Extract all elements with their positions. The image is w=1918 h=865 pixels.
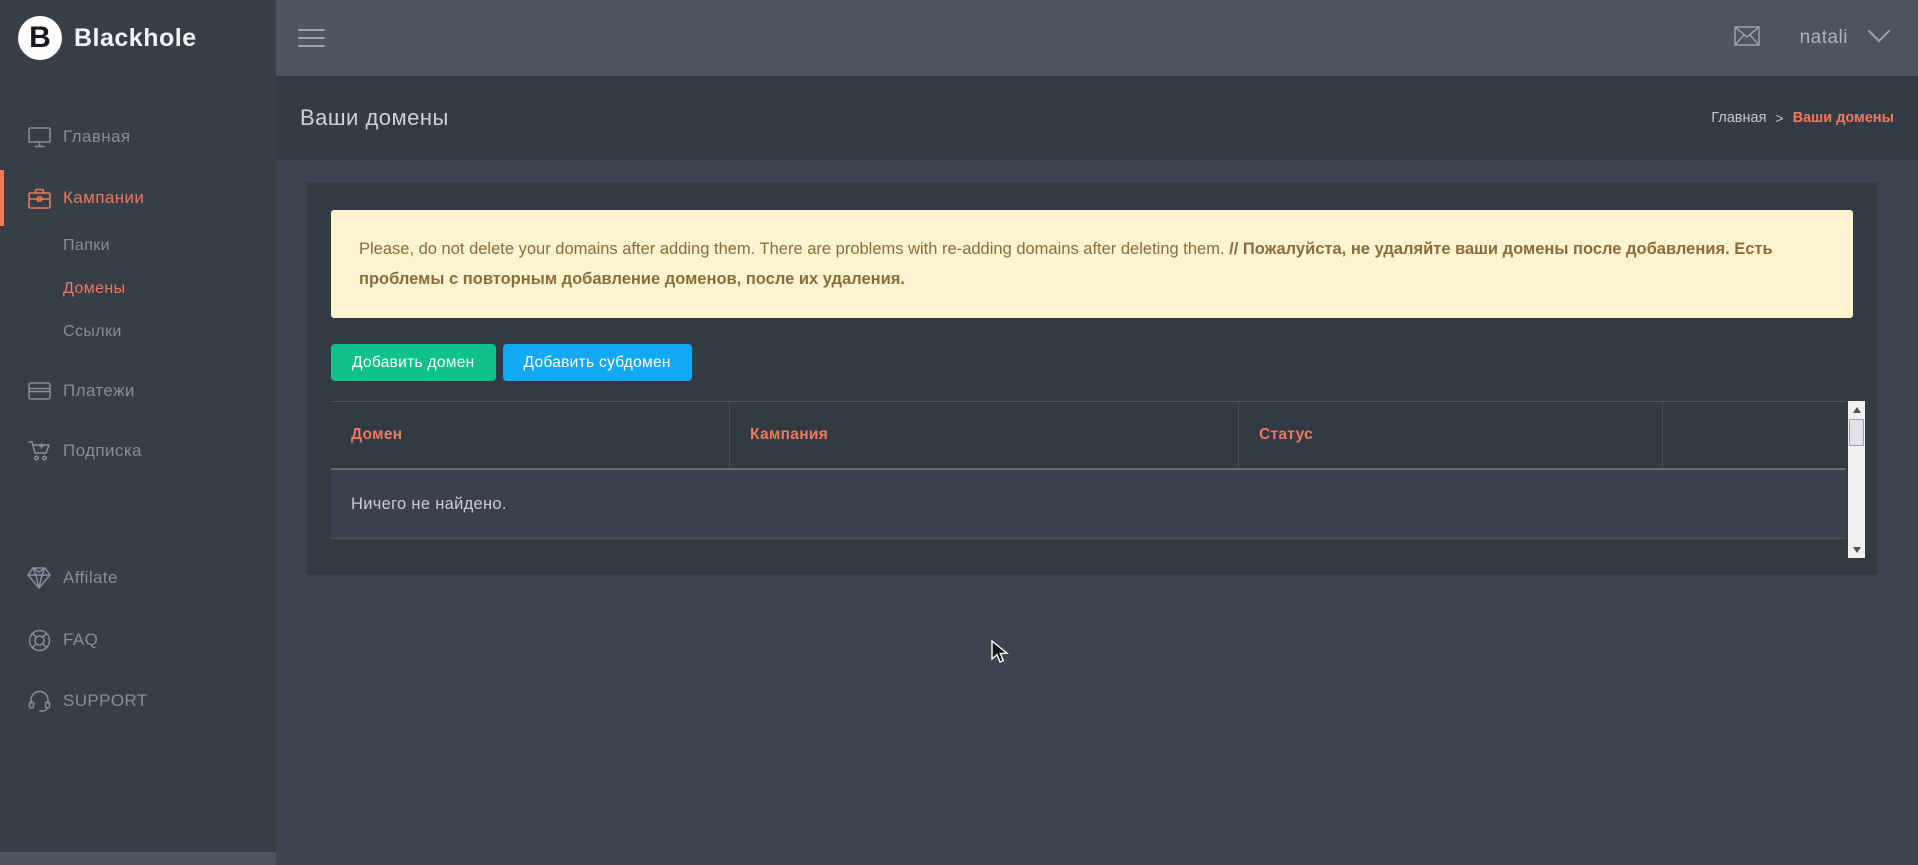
- sidebar: Главная Кампании Папки Домены Ссылки Пла…: [0, 76, 276, 852]
- table-header-domain: Домен: [331, 402, 730, 468]
- lifebuoy-icon: [27, 628, 51, 652]
- sidebar-item-label: Домены: [63, 280, 126, 298]
- cart-icon: [27, 439, 51, 463]
- mouse-cursor: [991, 640, 1013, 671]
- table-header-actions: [1663, 402, 1846, 468]
- table-empty-row: Ничего не найдено.: [331, 470, 1846, 539]
- sidebar-item-kampanii[interactable]: Кампании: [0, 170, 276, 226]
- scrollbar-up-arrow[interactable]: [1848, 401, 1865, 418]
- sidebar-item-label: Кампании: [63, 188, 144, 208]
- sidebar-item-label: Ссылки: [63, 323, 122, 341]
- credit-card-icon: [27, 379, 51, 403]
- sidebar-item-faq[interactable]: FAQ: [0, 620, 276, 660]
- page-title-bar: Ваши домены Главная > Ваши домены: [276, 76, 1918, 160]
- scrollbar-thumb[interactable]: [1849, 419, 1864, 446]
- sidebar-item-label: Платежи: [63, 381, 135, 401]
- sidebar-footer: [0, 852, 276, 865]
- logo[interactable]: B Blackhole: [0, 0, 276, 76]
- sidebar-item-ssylki[interactable]: Ссылки: [0, 318, 276, 346]
- warning-banner: Please, do not delete your domains after…: [331, 210, 1853, 318]
- hamburger-menu-icon[interactable]: [298, 23, 325, 53]
- page-title: Ваши домены: [300, 105, 449, 131]
- breadcrumb-home[interactable]: Главная: [1711, 110, 1766, 126]
- chevron-down-icon[interactable]: [1868, 29, 1890, 47]
- sidebar-item-label: SUPPORT: [63, 691, 148, 711]
- headset-icon: [27, 689, 51, 713]
- sidebar-item-affilate[interactable]: Affilate: [0, 558, 276, 598]
- sidebar-item-label: Папки: [63, 237, 110, 255]
- app-name: Blackhole: [74, 24, 197, 53]
- mail-icon[interactable]: [1734, 26, 1760, 51]
- top-header: natali: [276, 0, 1918, 76]
- diamond-icon: [27, 566, 51, 590]
- sidebar-item-glavnaya[interactable]: Главная: [0, 117, 276, 157]
- breadcrumb-current: Ваши домены: [1793, 110, 1894, 126]
- logo-mark: B: [18, 16, 62, 60]
- domains-table: Домен Кампания Статус Ничего не найдено.: [331, 401, 1865, 558]
- briefcase-icon: [27, 186, 51, 210]
- scrollbar-down-arrow[interactable]: [1848, 541, 1865, 558]
- monitor-icon: [27, 125, 51, 149]
- sidebar-item-label: FAQ: [63, 630, 98, 650]
- add-domain-button[interactable]: Добавить домен: [331, 344, 496, 381]
- sidebar-item-support[interactable]: SUPPORT: [0, 681, 276, 721]
- table-scrollbar[interactable]: [1848, 401, 1865, 558]
- username[interactable]: natali: [1800, 27, 1848, 49]
- sidebar-item-domeny[interactable]: Домены: [0, 275, 276, 303]
- breadcrumb-separator: >: [1775, 110, 1783, 126]
- sidebar-item-podpiska[interactable]: Подписка: [0, 431, 276, 471]
- sidebar-item-label: Affilate: [63, 568, 118, 588]
- sidebar-item-label: Подписка: [63, 441, 142, 461]
- add-subdomain-button[interactable]: Добавить субдомен: [503, 344, 692, 381]
- warning-text-en: Please, do not delete your domains after…: [359, 240, 1229, 258]
- content-panel: Please, do not delete your domains after…: [306, 183, 1878, 575]
- breadcrumb: Главная > Ваши домены: [1711, 110, 1894, 126]
- sidebar-item-papki[interactable]: Папки: [0, 232, 276, 260]
- table-header-status: Статус: [1239, 402, 1663, 468]
- sidebar-item-platezhi[interactable]: Платежи: [0, 371, 276, 411]
- table-header-row: Домен Кампания Статус: [331, 402, 1846, 470]
- sidebar-item-label: Главная: [63, 127, 131, 147]
- table-header-campaign: Кампания: [730, 402, 1239, 468]
